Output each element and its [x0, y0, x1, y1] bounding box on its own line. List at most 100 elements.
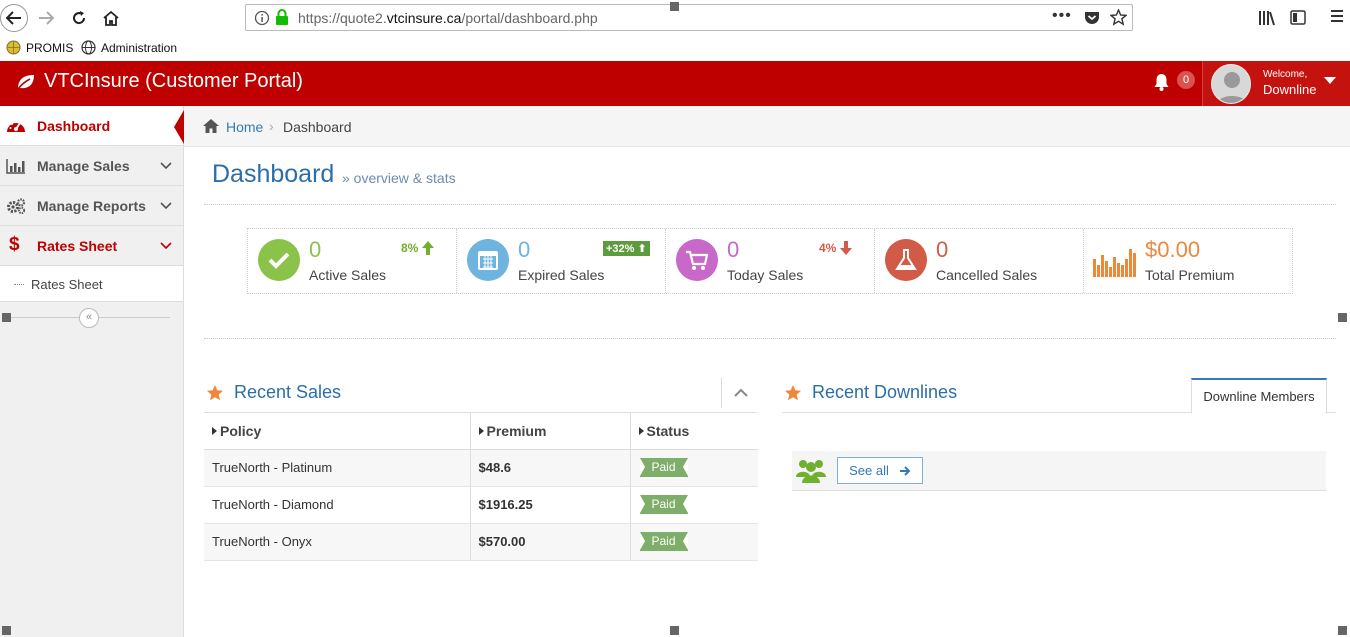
star-icon	[785, 384, 801, 400]
globe-icon	[81, 40, 96, 55]
caret-right-icon	[478, 426, 484, 435]
breadcrumb-current: Dashboard	[283, 119, 352, 135]
active-indicator	[174, 110, 184, 144]
check-circle-icon	[258, 239, 300, 281]
address-bar[interactable]: https://quote2.vtcinsure.ca/portal/dashb…	[245, 4, 1133, 31]
stat-value: 0	[518, 237, 531, 262]
shopping-cart-icon	[676, 239, 718, 281]
stat-today-sales: 0 Today Sales 4%	[666, 229, 875, 293]
bookmark-administration[interactable]: Administration	[81, 40, 177, 55]
calendar-icon	[467, 239, 509, 281]
brand-title: VTCInsure (Customer Portal)	[44, 70, 303, 92]
divider	[204, 204, 1336, 205]
sidebar-collapse-row: «	[0, 306, 183, 330]
recent-downlines-header: Recent Downlines	[784, 382, 957, 403]
bell-icon[interactable]	[1153, 73, 1170, 91]
recent-sales-table: Policy Premium Status TrueNorth - Platin…	[204, 413, 758, 561]
sidebar-item-rates-sheet[interactable]: $ Rates Sheet	[0, 226, 183, 266]
sidebar-item-label: Manage Reports	[37, 198, 146, 214]
welcome-label: Welcome,	[1263, 69, 1308, 80]
resize-handle[interactable]	[670, 2, 679, 11]
sidebar-toggle-icon[interactable]	[1290, 10, 1306, 25]
stats-panel: 0 Active Sales 8% 0 Expired Sales +32% ⬆…	[247, 228, 1293, 294]
globe-icon	[6, 40, 21, 55]
column-header-status[interactable]: Status	[630, 413, 758, 450]
table-row: TrueNorth - Platinum $48.6 Paid	[204, 449, 758, 487]
recent-sales-header: Recent Sales	[206, 382, 341, 403]
downline-members-panel: See all	[792, 451, 1326, 491]
forward-button[interactable]	[33, 5, 59, 31]
page-title: Dashboard	[212, 160, 335, 188]
cell-policy: TrueNorth - Diamond	[204, 486, 471, 524]
bookmark-star-icon[interactable]	[1110, 9, 1127, 26]
resize-handle[interactable]	[1338, 626, 1347, 635]
menu-icon[interactable]	[1330, 8, 1344, 24]
tree-connector	[14, 284, 24, 285]
stat-label: Cancelled Sales	[936, 267, 1038, 283]
stat-trend: 4%	[819, 240, 853, 256]
cell-policy: TrueNorth - Platinum	[204, 449, 471, 487]
brand-logo[interactable]: VTCInsure (Customer Portal)	[16, 70, 303, 93]
stat-value: 0	[309, 237, 322, 262]
home-icon	[103, 10, 119, 26]
breadcrumb: Home › Dashboard	[184, 106, 1350, 147]
chevron-down-icon	[160, 242, 172, 250]
star-icon	[207, 384, 223, 400]
sidebar-item-manage-sales[interactable]: Manage Sales	[0, 146, 183, 186]
arrow-right-icon	[899, 465, 911, 476]
flask-icon	[885, 239, 927, 281]
cell-premium: $570.00	[470, 523, 631, 561]
sidebar-subitem-rates-sheet[interactable]: Rates Sheet	[0, 266, 183, 302]
stat-expired-sales: 0 Expired Sales +32% ⬆	[457, 229, 666, 293]
column-header-policy[interactable]: Policy	[204, 413, 471, 450]
cell-premium: $48.6	[470, 449, 631, 487]
collapse-panel-button[interactable]	[721, 378, 757, 408]
library-icon[interactable]	[1258, 10, 1276, 26]
home-button[interactable]	[98, 5, 124, 31]
pocket-icon[interactable]	[1084, 10, 1100, 25]
reload-button[interactable]	[66, 5, 92, 31]
sidebar-subitem-label: Rates Sheet	[31, 277, 103, 292]
cell-premium: $1916.25	[470, 486, 631, 524]
see-all-button[interactable]: See all	[837, 457, 923, 484]
column-header-premium[interactable]: Premium	[470, 413, 631, 450]
sidebar-item-label: Manage Sales	[37, 158, 130, 174]
page-actions-icon[interactable]: •••	[1052, 7, 1072, 25]
recent-sales-title: Recent Sales	[234, 382, 342, 402]
bar-chart-icon	[6, 159, 25, 174]
stat-value: 0	[727, 237, 740, 262]
resize-handle[interactable]	[2, 626, 11, 635]
info-icon[interactable]	[254, 10, 270, 26]
breadcrumb-home-link[interactable]: Home	[226, 119, 263, 135]
stat-value: $0.00	[1145, 237, 1201, 262]
back-button[interactable]	[0, 4, 28, 32]
chevron-down-icon	[160, 202, 172, 210]
status-badge: Paid	[639, 458, 688, 477]
arrow-down-icon	[840, 241, 853, 255]
tachometer-icon	[7, 121, 25, 132]
home-icon	[203, 119, 219, 133]
sidebar-collapse-button[interactable]: «	[79, 308, 99, 328]
arrow-up-icon: ⬆	[637, 243, 647, 255]
lock-icon	[276, 9, 288, 25]
resize-handle[interactable]	[1338, 313, 1347, 322]
user-menu[interactable]: Welcome, Downline	[1202, 61, 1350, 106]
sidebar-item-manage-reports[interactable]: Manage Reports	[0, 186, 183, 226]
mini-bar-chart-icon	[1093, 249, 1136, 277]
stat-label: Total Premium	[1145, 267, 1235, 283]
status-badge: Paid	[639, 532, 688, 551]
stat-cancelled-sales: 0 Cancelled Sales	[875, 229, 1084, 293]
stat-label: Today Sales	[727, 267, 804, 283]
resize-handle[interactable]	[2, 313, 11, 322]
recent-downlines-title: Recent Downlines	[812, 382, 958, 402]
bookmark-promis[interactable]: PROMIS	[6, 40, 73, 55]
notification-badge: 0	[1177, 71, 1195, 89]
resize-handle[interactable]	[670, 626, 679, 635]
tab-downline-members[interactable]: Downline Members	[1191, 378, 1327, 414]
sidebar-item-dashboard[interactable]: Dashboard	[0, 106, 184, 146]
status-badge: Paid	[639, 495, 688, 514]
bookmarks-bar: PROMIS Administration	[0, 36, 1350, 60]
stat-active-sales: 0 Active Sales 8%	[248, 229, 457, 293]
stat-label: Expired Sales	[518, 267, 605, 283]
page-subtitle: » overview & stats	[342, 170, 456, 186]
